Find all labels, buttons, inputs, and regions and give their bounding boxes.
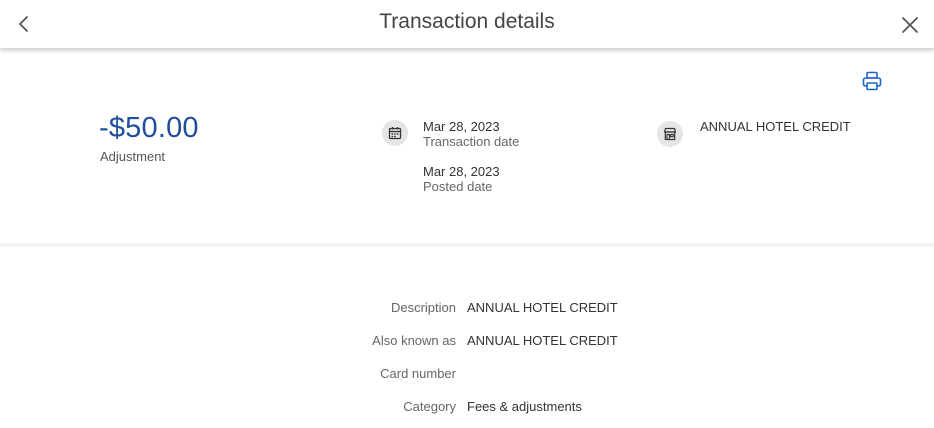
header-bar: Transaction details bbox=[0, 0, 934, 49]
detail-row-description: Description ANNUAL HOTEL CREDIT bbox=[0, 300, 934, 318]
merchant-name: ANNUAL HOTEL CREDIT bbox=[700, 119, 851, 134]
detail-row-also-known-as: Also known as ANNUAL HOTEL CREDIT bbox=[0, 333, 934, 351]
detail-label: Card number bbox=[380, 366, 456, 381]
close-button[interactable] bbox=[898, 13, 922, 37]
posted-date-value: Mar 28, 2023 bbox=[423, 164, 500, 179]
detail-label: Also known as bbox=[372, 333, 456, 348]
calendar-icon bbox=[388, 127, 402, 140]
detail-label: Category bbox=[403, 399, 456, 414]
close-icon bbox=[902, 17, 918, 33]
posted-date-label: Posted date bbox=[423, 179, 493, 194]
section-divider bbox=[0, 243, 934, 247]
transaction-type: Adjustment bbox=[100, 149, 166, 164]
detail-label: Description bbox=[390, 300, 456, 315]
printer-icon bbox=[862, 71, 882, 91]
transaction-date-value: Mar 28, 2023 bbox=[423, 119, 500, 134]
dates-section: Mar 28, 2023 Transaction date Mar 28, 20… bbox=[423, 119, 519, 195]
print-button[interactable] bbox=[861, 70, 883, 92]
detail-value: ANNUAL HOTEL CREDIT bbox=[467, 333, 618, 348]
page-title: Transaction details bbox=[379, 10, 555, 33]
store-icon-badge bbox=[657, 121, 683, 147]
detail-value: Fees & adjustments bbox=[467, 399, 582, 414]
detail-row-card-number: Card number bbox=[0, 366, 934, 384]
transaction-date-label: Transaction date bbox=[423, 134, 520, 149]
detail-row-category: Category Fees & adjustments bbox=[0, 399, 934, 417]
transaction-amount: -$50.00 bbox=[99, 112, 199, 144]
detail-value: ANNUAL HOTEL CREDIT bbox=[467, 300, 618, 315]
calendar-icon-badge bbox=[382, 120, 408, 146]
store-icon bbox=[663, 127, 677, 141]
